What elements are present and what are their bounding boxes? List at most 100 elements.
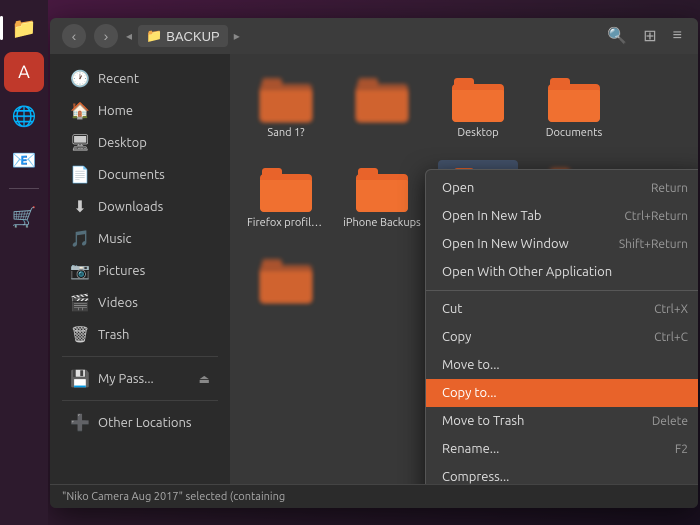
breadcrumb-forward-arrow: ▸: [234, 29, 240, 43]
menu-label-cut: Cut: [442, 302, 462, 316]
menu-item-move-to[interactable]: Move to...: [426, 351, 698, 379]
sidebar-label-home: Home: [98, 104, 133, 118]
sidebar-item-pictures[interactable]: 📷 Pictures: [54, 255, 226, 286]
sidebar-label-other: Other Locations: [98, 416, 192, 430]
file-item-sand[interactable]: Sand 1?: [246, 70, 326, 144]
sidebar-item-home[interactable]: 🏠 Home: [54, 95, 226, 126]
sidebar-label-downloads: Downloads: [98, 200, 163, 214]
breadcrumb-backup[interactable]: 📁 BACKUP: [138, 25, 228, 47]
menu-label-open-tab: Open In New Tab: [442, 209, 542, 223]
menu-item-rename[interactable]: Rename... F2: [426, 435, 698, 463]
file-item-firefox[interactable]: Firefox profile backup o...: [246, 160, 326, 234]
sidebar-item-music[interactable]: 🎵 Music: [54, 223, 226, 254]
menu-label-open-window: Open In New Window: [442, 237, 569, 251]
context-menu: Open Return Open In New Tab Ctrl+Return …: [425, 169, 698, 484]
videos-icon: 🎬: [70, 293, 90, 312]
folder-icon-firefox: [258, 164, 314, 212]
sidebar-divider-1: [62, 356, 218, 357]
menu-item-copy[interactable]: Copy Ctrl+C: [426, 323, 698, 351]
file-label-sand: Sand 1?: [267, 126, 304, 140]
sidebar-label-videos: Videos: [98, 296, 138, 310]
other-icon: ➕: [70, 413, 90, 432]
file-item-blurred2[interactable]: [342, 70, 422, 144]
sidebar-label-mypass: My Pass...: [98, 372, 154, 386]
menu-shortcut-open-tab: Ctrl+Return: [624, 210, 688, 223]
taskbar-icon-files[interactable]: 📁: [4, 8, 44, 48]
taskbar-icon-app3[interactable]: 📧: [4, 140, 44, 180]
taskbar-icon-store[interactable]: 🛒: [4, 197, 44, 237]
menu-item-compress[interactable]: Compress...: [426, 463, 698, 484]
sidebar-label-documents: Documents: [98, 168, 165, 182]
folder-icon-iphone: [354, 164, 410, 212]
menu-item-open-other[interactable]: Open With Other Application: [426, 258, 698, 286]
file-label-desktop: Desktop: [457, 126, 498, 140]
sidebar-item-trash[interactable]: 🗑 Trash: [54, 319, 226, 350]
sidebar-label-recent: Recent: [98, 72, 139, 86]
file-item-desktop[interactable]: Desktop: [438, 70, 518, 144]
documents-icon: 📄: [70, 165, 90, 184]
sidebar-item-other[interactable]: ➕ Other Locations: [54, 407, 226, 438]
menu-shortcut-rename: F2: [675, 443, 688, 456]
menu-item-open-tab[interactable]: Open In New Tab Ctrl+Return: [426, 202, 698, 230]
content-area: 🕐 Recent 🏠 Home 🖥 Desktop 📄 Documents ⬇: [50, 54, 698, 484]
file-item-iphone[interactable]: iPhone Backups: [342, 160, 422, 234]
music-icon: 🎵: [70, 229, 90, 248]
menu-label-copy: Copy: [442, 330, 471, 344]
pictures-icon: 📷: [70, 261, 90, 280]
file-label-firefox: Firefox profile backup o...: [247, 216, 325, 230]
menu-label-copy-to: Copy to...: [442, 386, 497, 400]
breadcrumb-area: ◂ 📁 BACKUP ▸: [126, 25, 595, 47]
home-icon: 🏠: [70, 101, 90, 120]
folder-icon-desktop: [450, 74, 506, 122]
sidebar-item-mypass[interactable]: 💾 My Pass... ⏏: [54, 363, 226, 394]
sidebar-label-music: Music: [98, 232, 132, 246]
sidebar-item-downloads[interactable]: ⬇ Downloads: [54, 191, 226, 222]
search-button[interactable]: 🔍: [603, 24, 631, 48]
menu-item-copy-to[interactable]: Copy to...: [426, 379, 698, 407]
menu-label-open: Open: [442, 181, 474, 195]
eject-button[interactable]: ⏏: [199, 372, 210, 386]
mypass-left: 💾 My Pass...: [70, 369, 154, 388]
folder-icon-sand: [258, 74, 314, 122]
desktop-icon: 🖥: [70, 133, 90, 152]
sidebar-item-videos[interactable]: 🎬 Videos: [54, 287, 226, 318]
sidebar-item-recent[interactable]: 🕐 Recent: [54, 63, 226, 94]
back-button[interactable]: ‹: [62, 24, 86, 48]
menu-label-move-trash: Move to Trash: [442, 414, 524, 428]
file-area: Sand 1?: [230, 54, 698, 484]
forward-button[interactable]: ›: [94, 24, 118, 48]
folder-icon-small: 📁: [146, 28, 162, 44]
file-item-documents[interactable]: Documents: [534, 70, 614, 144]
sidebar-label-trash: Trash: [98, 328, 129, 342]
status-text: "Niko Camera Aug 2017" selected (contain…: [62, 491, 285, 503]
sidebar-divider-2: [62, 400, 218, 401]
taskbar-icon-app2[interactable]: 🌐: [4, 96, 44, 136]
breadcrumb-arrow-icon: ◂: [126, 29, 132, 43]
menu-item-open[interactable]: Open Return: [426, 174, 698, 202]
menu-shortcut-open: Return: [651, 182, 688, 195]
downloads-icon: ⬇: [70, 197, 90, 216]
menu-button[interactable]: ≡: [669, 24, 686, 48]
menu-item-move-trash[interactable]: Move to Trash Delete: [426, 407, 698, 435]
menu-item-open-window[interactable]: Open In New Window Shift+Return: [426, 230, 698, 258]
view-toggle-button[interactable]: ⊞: [639, 24, 660, 48]
menu-item-cut[interactable]: Cut Ctrl+X: [426, 295, 698, 323]
file-label-iphone: iPhone Backups: [343, 216, 421, 230]
mypass-icon: 💾: [70, 369, 90, 388]
status-bar: "Niko Camera Aug 2017" selected (contain…: [50, 484, 698, 508]
taskbar-icon-app1[interactable]: A: [4, 52, 44, 92]
menu-shortcut-open-window: Shift+Return: [619, 238, 688, 251]
file-item-blurred8[interactable]: [246, 251, 326, 311]
sidebar-item-documents[interactable]: 📄 Documents: [54, 159, 226, 190]
menu-label-move-to: Move to...: [442, 358, 500, 372]
recent-icon: 🕐: [70, 69, 90, 88]
menu-shortcut-cut: Ctrl+X: [654, 303, 688, 316]
trash-icon: 🗑: [70, 325, 90, 344]
sidebar-item-desktop[interactable]: 🖥 Desktop: [54, 127, 226, 158]
breadcrumb-label: BACKUP: [166, 29, 219, 44]
title-bar: ‹ › ◂ 📁 BACKUP ▸ 🔍 ⊞ ≡: [50, 18, 698, 54]
folder-icon-documents: [546, 74, 602, 122]
menu-label-compress: Compress...: [442, 470, 509, 484]
taskbar-divider: [9, 188, 39, 189]
title-bar-actions: 🔍 ⊞ ≡: [603, 24, 686, 48]
